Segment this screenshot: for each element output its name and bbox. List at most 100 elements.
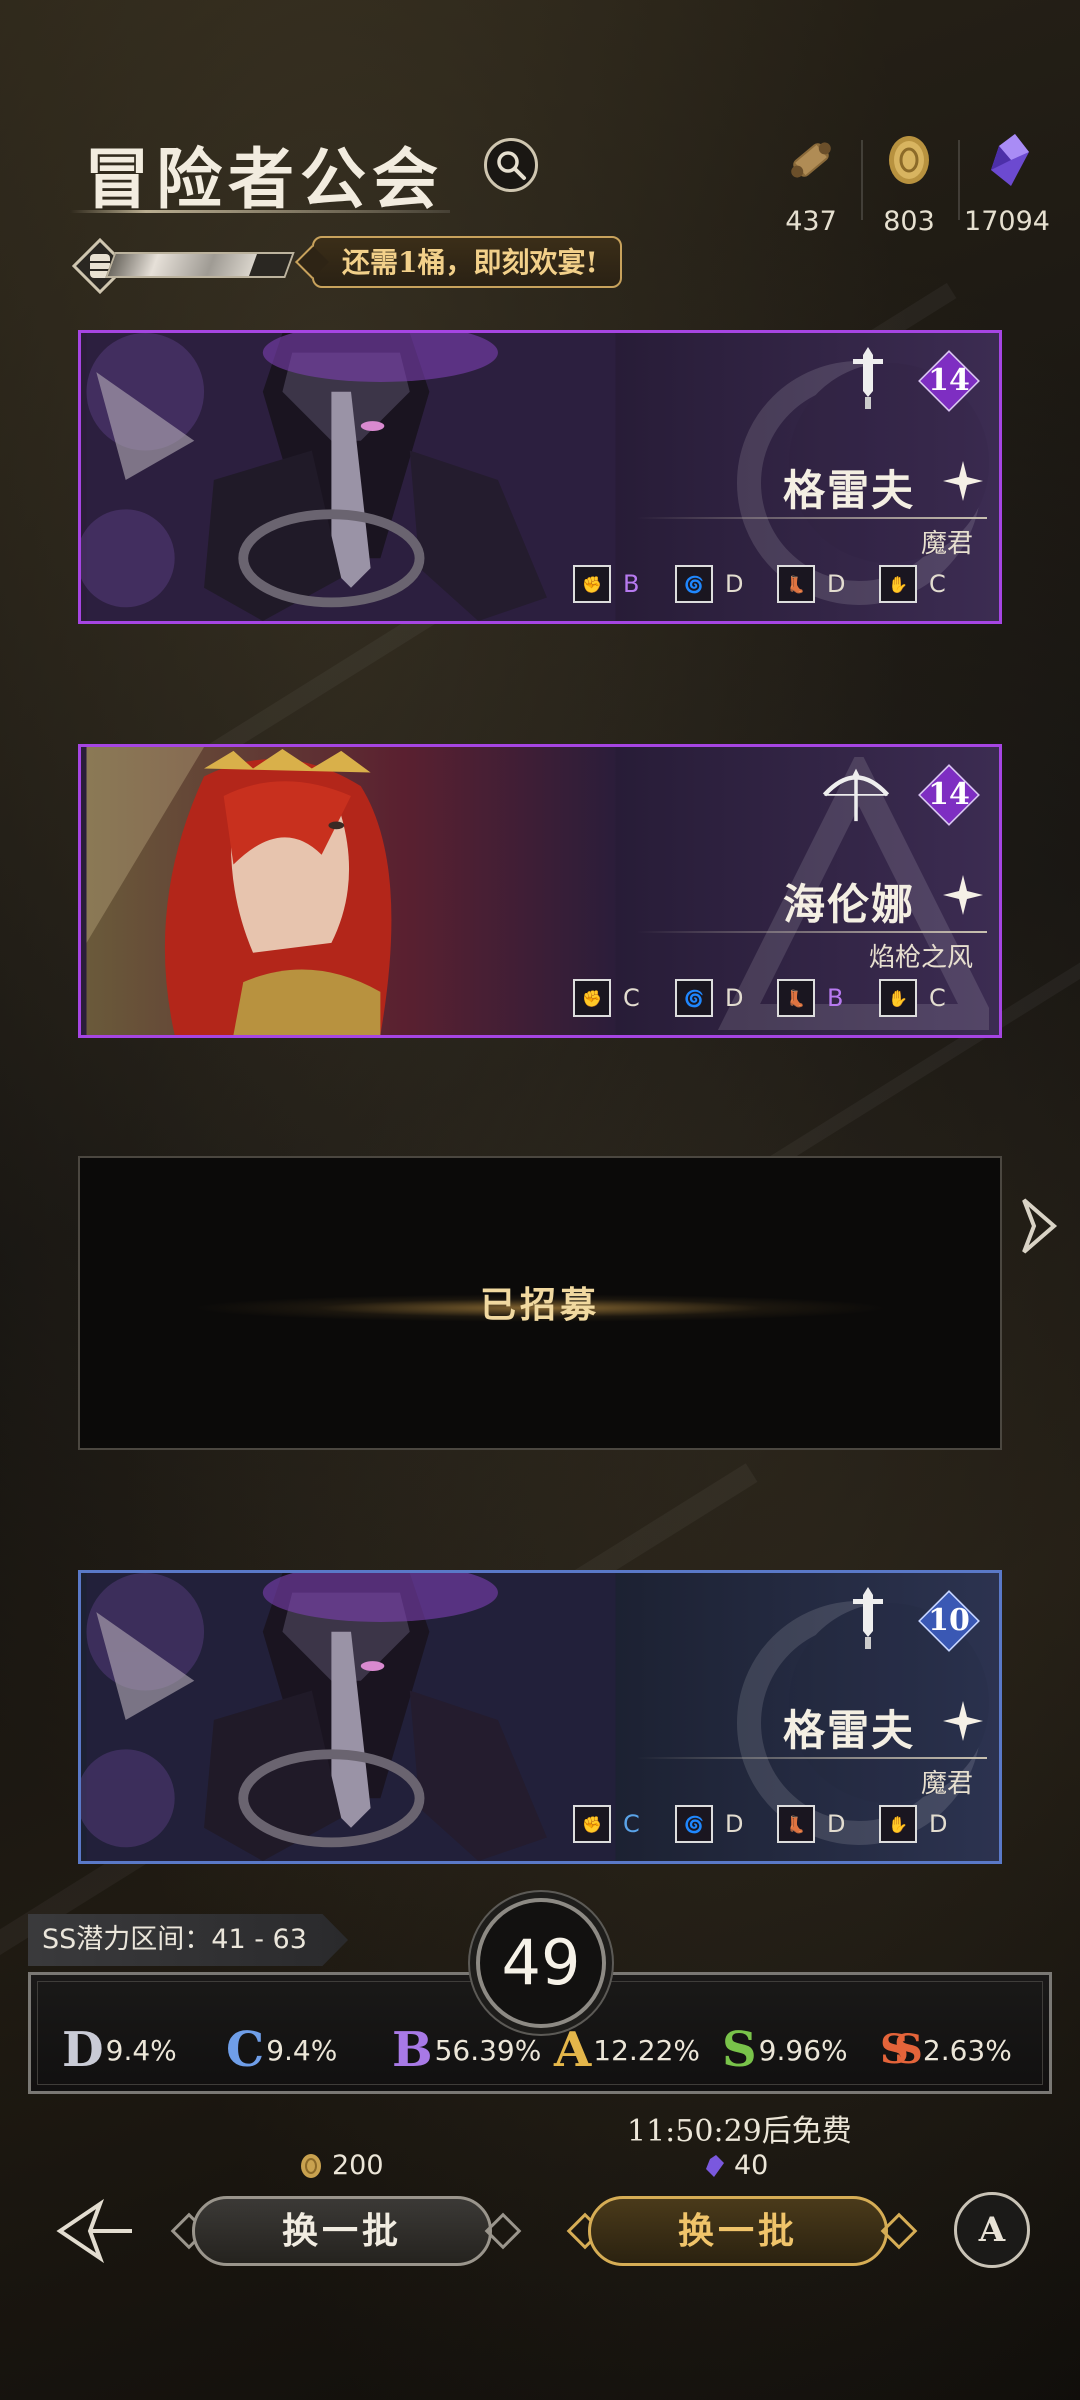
search-button[interactable] — [484, 138, 538, 192]
feast-notice: 还需1桶，即刻欢宴! — [312, 236, 622, 288]
resource-scroll[interactable]: 437 — [766, 130, 856, 237]
boot-icon: 👢 — [777, 565, 815, 603]
free-refresh-timer: 11:50:29后免费 — [627, 2114, 852, 2149]
dagger-icon — [853, 347, 883, 409]
recruited-slot: 已招募 — [78, 1156, 1002, 1450]
rate-ss: SS 2.63% — [880, 2024, 1012, 2076]
heart-hand-icon: ✋ — [879, 979, 917, 1017]
hero-card[interactable]: 10 格雷夫 魔君 ✊ C 🌀 D 👢 D ✋ D — [78, 1570, 1002, 1864]
coin-icon — [889, 136, 929, 184]
grade-letter: D — [62, 2022, 104, 2078]
bow-icon — [822, 768, 890, 822]
level-badge: 14 — [918, 764, 980, 826]
rate-s: S 9.96% — [722, 2024, 848, 2076]
next-page-arrow-icon[interactable] — [1016, 1196, 1062, 1256]
sparkle-icon — [943, 1701, 983, 1741]
grade-percent: 9.4% — [266, 2033, 338, 2067]
feast-progress-fill — [107, 254, 257, 276]
rate-d: D 9.4% — [62, 2024, 177, 2076]
stat-magic: 🌀 D — [675, 977, 777, 1019]
crystal-icon — [991, 134, 1029, 186]
stat-agility: 👢 B — [777, 977, 879, 1019]
grade-letter: S — [722, 2022, 757, 2078]
crystal-cost: 40 — [700, 2150, 768, 2181]
level-badge: 14 — [918, 350, 980, 412]
search-icon — [497, 151, 526, 180]
heart-hand-icon: ✋ — [879, 565, 917, 603]
title-underline — [70, 210, 450, 213]
fist-icon: ✊ — [573, 565, 611, 603]
sparkle-icon — [943, 461, 983, 501]
stat-agility: 👢 D — [777, 563, 879, 605]
rate-c: C 9.4% — [226, 2024, 337, 2076]
ss-potential-range: SS潜力区间：41 - 63 — [28, 1914, 348, 1966]
stat-agility: 👢 D — [777, 1803, 879, 1845]
hero-card[interactable]: 14 格雷夫 魔君 ✊ B 🌀 D 👢 D ✋ C — [78, 330, 1002, 624]
name-divider — [637, 1757, 987, 1759]
coin-icon — [301, 2153, 321, 2178]
grade-percent: 56.39% — [434, 2033, 542, 2067]
stat-spirit: ✋ D — [879, 1803, 981, 1845]
sparkle-icon — [943, 875, 983, 915]
boot-icon: 👢 — [777, 979, 815, 1017]
auto-recruit-button[interactable]: A — [954, 2192, 1030, 2268]
boot-icon: 👢 — [777, 1805, 815, 1843]
hero-name: 海伦娜 — [782, 880, 915, 929]
hero-stats: ✊ B 🌀 D 👢 D ✋ C — [573, 563, 981, 605]
hero-title: 焰枪之风 — [868, 943, 973, 973]
hero-title: 魔君 — [920, 529, 973, 559]
fist-icon: ✊ — [573, 1805, 611, 1843]
grade-letter: B — [392, 2022, 433, 2078]
hero-portrait — [81, 333, 616, 621]
grade-percent: 2.63% — [922, 2033, 1012, 2067]
crystal-icon — [706, 2154, 724, 2177]
rate-b: B 56.39% — [392, 2024, 541, 2076]
stat-spirit: ✋ C — [879, 563, 981, 605]
grade-letter: A — [554, 2022, 592, 2078]
vortex-icon: 🌀 — [675, 979, 713, 1017]
grade-percent: 12.22% — [593, 2033, 701, 2067]
hero-name: 格雷夫 — [782, 1706, 915, 1755]
stat-strength: ✊ C — [573, 1803, 675, 1845]
fist-icon: ✊ — [573, 979, 611, 1017]
pity-counter: 49 — [476, 1898, 606, 2028]
vortex-icon: 🌀 — [675, 1805, 713, 1843]
scroll-count: 437 — [785, 206, 837, 237]
refresh-crystal-button[interactable]: 换一批 — [588, 2196, 888, 2266]
crystal-count: 17094 — [964, 206, 1050, 237]
gold-cost: 200 — [298, 2150, 384, 2181]
page-title: 冒险者公会 — [84, 140, 444, 218]
back-arrow-icon[interactable] — [56, 2198, 136, 2264]
grade-percent: 9.4% — [105, 2033, 177, 2067]
rate-a: A 12.22% — [554, 2024, 700, 2076]
hero-card[interactable]: 14 海伦娜 焰枪之风 ✊ C 🌀 D 👢 B ✋ C — [78, 744, 1002, 1038]
resource-divider — [958, 140, 960, 220]
hero-portrait — [86, 747, 616, 1035]
grade-percent: 9.96% — [758, 2033, 848, 2067]
stat-magic: 🌀 D — [675, 563, 777, 605]
stat-strength: ✊ B — [573, 563, 675, 605]
scroll-icon — [791, 142, 831, 178]
hero-title: 魔君 — [920, 1769, 973, 1799]
resource-crystal[interactable]: 17094 — [962, 130, 1052, 237]
hero-name: 格雷夫 — [782, 466, 915, 515]
name-divider — [637, 931, 987, 933]
resource-coin[interactable]: 803 — [864, 130, 954, 237]
heart-hand-icon: ✋ — [879, 1805, 917, 1843]
recruited-label: 已招募 — [479, 1284, 600, 1326]
hero-portrait — [81, 1573, 616, 1861]
refresh-gold-button[interactable]: 换一批 — [192, 2196, 492, 2266]
auto-icon: A — [978, 2210, 1006, 2250]
dagger-icon — [853, 1587, 883, 1649]
level-badge: 10 — [918, 1590, 980, 1652]
feast-progress-bar — [105, 252, 295, 278]
stat-magic: 🌀 D — [675, 1803, 777, 1845]
coin-count: 803 — [883, 206, 935, 237]
resource-divider — [861, 140, 863, 220]
name-divider — [637, 517, 987, 519]
stat-spirit: ✋ C — [879, 977, 981, 1019]
hero-stats: ✊ C 🌀 D 👢 B ✋ C — [573, 977, 981, 1019]
stat-strength: ✊ C — [573, 977, 675, 1019]
vortex-icon: 🌀 — [675, 565, 713, 603]
grade-letter: SS — [880, 2026, 923, 2073]
